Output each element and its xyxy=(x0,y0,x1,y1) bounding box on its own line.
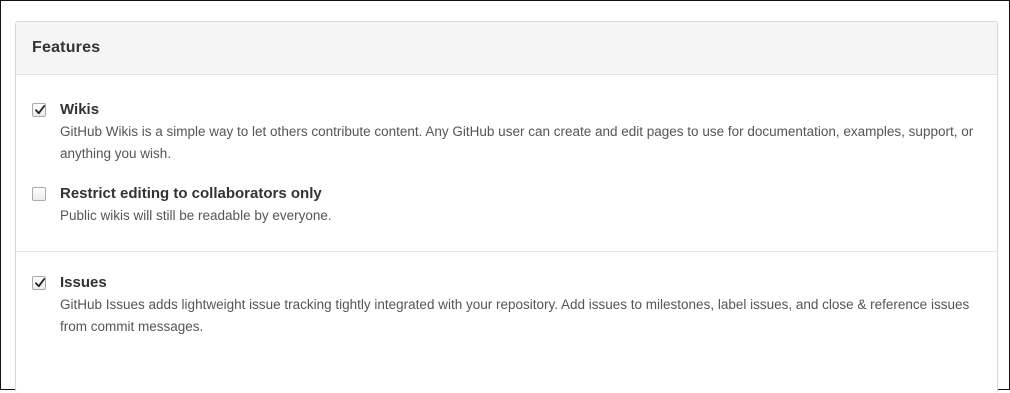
restrict-note: Public wikis will still be readable by e… xyxy=(60,208,332,223)
wikis-checkbox[interactable] xyxy=(32,103,46,117)
issues-section: Issues GitHub Issues adds lightweight is… xyxy=(16,251,997,338)
restrict-checkbox[interactable] xyxy=(32,187,46,201)
issues-checkbox[interactable] xyxy=(32,276,46,290)
wikis-section: Wikis GitHub Wikis is a simple way to le… xyxy=(16,75,997,227)
checkmark-icon xyxy=(35,105,46,115)
screenshot-frame: Features Wikis GitHub Wikis is a simple … xyxy=(0,0,1010,393)
issues-option: Issues GitHub Issues adds lightweight is… xyxy=(32,274,981,338)
issues-label[interactable]: Issues xyxy=(60,274,981,292)
wikis-option: Wikis GitHub Wikis is a simple way to le… xyxy=(32,101,981,165)
wikis-label[interactable]: Wikis xyxy=(60,101,981,119)
wikis-note: GitHub Wikis is a simple way to let othe… xyxy=(60,124,974,161)
panel-title: Features xyxy=(32,39,101,56)
restrict-label[interactable]: Restrict editing to collaborators only xyxy=(60,185,981,203)
checkmark-icon xyxy=(35,278,46,288)
issues-note: GitHub Issues adds lightweight issue tra… xyxy=(60,297,970,334)
panel-header: Features xyxy=(16,22,997,75)
features-panel: Features Wikis GitHub Wikis is a simple … xyxy=(15,21,998,393)
restrict-option: Restrict editing to collaborators only P… xyxy=(32,185,981,227)
